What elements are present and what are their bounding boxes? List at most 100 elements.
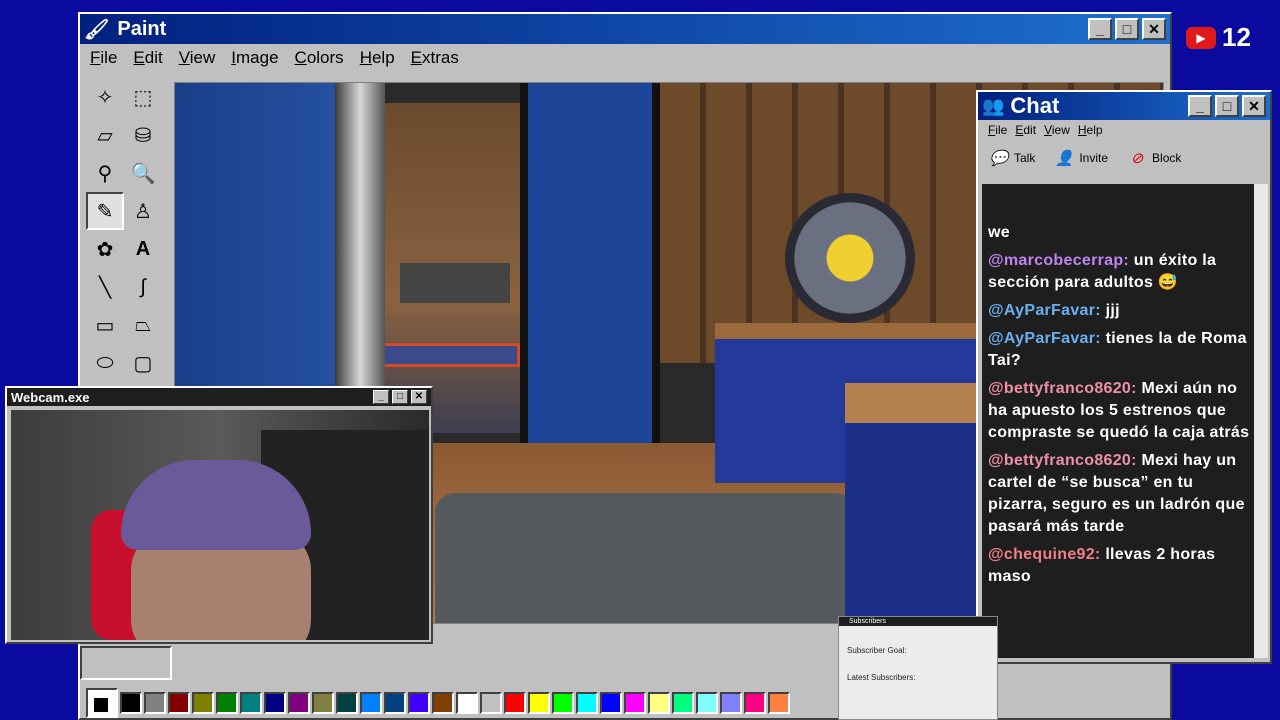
- fill-icon[interactable]: ⛁: [124, 116, 162, 154]
- chat-title: Chat: [1010, 93, 1060, 118]
- chat-username[interactable]: @bettyfranco8620:: [988, 452, 1137, 469]
- palette-swatch[interactable]: [504, 692, 526, 714]
- webcam-window: Webcam.exe _ □ ✕: [5, 386, 433, 644]
- palette-swatch[interactable]: [144, 692, 166, 714]
- palette-swatch[interactable]: [384, 692, 406, 714]
- palette-swatch[interactable]: [360, 692, 382, 714]
- palette-swatch[interactable]: [336, 692, 358, 714]
- minimize-button[interactable]: _: [1088, 18, 1112, 40]
- text-icon[interactable]: A: [124, 230, 162, 268]
- menu-help[interactable]: Help: [360, 48, 395, 68]
- chat-text: jjj: [1105, 302, 1120, 319]
- chat-username[interactable]: @AyParFavar:: [988, 302, 1101, 319]
- palette-swatch[interactable]: [672, 692, 694, 714]
- palette-swatch[interactable]: [120, 692, 142, 714]
- chat-scrollbar[interactable]: [1254, 184, 1268, 658]
- chat-menu-view[interactable]: View: [1044, 123, 1070, 137]
- close-button[interactable]: ✕: [1142, 18, 1166, 40]
- palette-swatch[interactable]: [456, 692, 478, 714]
- rectangle-icon[interactable]: ▭: [86, 306, 124, 344]
- youtube-icon: ▶: [1186, 26, 1216, 49]
- palette-swatch[interactable]: [600, 692, 622, 714]
- brush-icon[interactable]: ♙: [124, 192, 162, 230]
- webcam-feed: [11, 410, 429, 640]
- paint-titlebar[interactable]: 🖌 Paint _ □ ✕: [80, 14, 1170, 44]
- palette-swatch[interactable]: [432, 692, 454, 714]
- block-button[interactable]: ⊘ Block: [1126, 147, 1182, 169]
- palette-swatch[interactable]: [192, 692, 214, 714]
- chat-menu-file[interactable]: File: [988, 123, 1007, 137]
- palette-swatch[interactable]: [312, 692, 334, 714]
- color-palette: [86, 688, 826, 718]
- palette-swatch[interactable]: [648, 692, 670, 714]
- invite-button[interactable]: 👤 Invite: [1053, 147, 1108, 169]
- block-icon: ⊘: [1130, 150, 1144, 167]
- polygon-icon[interactable]: ⏢: [124, 306, 162, 344]
- talk-button[interactable]: 💬 Talk: [988, 147, 1036, 169]
- palette-swatch[interactable]: [408, 692, 430, 714]
- free-select-icon[interactable]: ✧: [86, 78, 124, 116]
- chat-username[interactable]: @marcobecerrap:: [988, 252, 1129, 269]
- color-picker-icon[interactable]: ⚲: [86, 154, 124, 192]
- tool-options: [80, 646, 172, 680]
- webcam-titlebar[interactable]: Webcam.exe _ □ ✕: [7, 388, 431, 406]
- palette-swatch[interactable]: [528, 692, 550, 714]
- eraser-icon[interactable]: ▱: [86, 116, 124, 154]
- maximize-button[interactable]: □: [1115, 18, 1139, 40]
- chat-message: @AyParFavar: tienes la de Roma Tai?: [988, 328, 1250, 372]
- menu-extras[interactable]: Extras: [411, 48, 459, 68]
- menu-edit[interactable]: Edit: [133, 48, 162, 68]
- chat-titlebar[interactable]: 👥 Chat _ □ ✕: [978, 92, 1270, 120]
- line-icon[interactable]: ╲: [86, 268, 124, 306]
- pencil-icon[interactable]: ✎: [86, 192, 124, 230]
- airbrush-icon[interactable]: ✿: [86, 230, 124, 268]
- palette-swatch[interactable]: [240, 692, 262, 714]
- paint-app-icon: 🖌: [84, 18, 110, 41]
- palette-swatch[interactable]: [576, 692, 598, 714]
- menu-image[interactable]: Image: [231, 48, 278, 68]
- menu-file[interactable]: File: [90, 48, 117, 68]
- chat-log: we @marcobecerrap: un éxito la sección pa…: [982, 184, 1254, 658]
- palette-swatch[interactable]: [696, 692, 718, 714]
- menu-colors[interactable]: Colors: [295, 48, 344, 68]
- chat-username[interactable]: @chequine92:: [988, 546, 1101, 563]
- chat-message: @chequine92: llevas 2 horas maso: [988, 544, 1250, 588]
- chat-text: we: [988, 224, 1010, 241]
- chat-message: @marcobecerrap: un éxito la sección para…: [988, 250, 1250, 294]
- minimize-button[interactable]: _: [1188, 95, 1212, 117]
- close-button[interactable]: ✕: [411, 390, 427, 404]
- close-button[interactable]: ✕: [1242, 95, 1266, 117]
- paint-title: Paint: [117, 17, 167, 40]
- minimize-button[interactable]: _: [373, 390, 389, 404]
- rect-select-icon[interactable]: ⬚: [124, 78, 162, 116]
- ellipse-icon[interactable]: ⬭: [86, 344, 124, 382]
- palette-swatch[interactable]: [168, 692, 190, 714]
- chat-menu-edit[interactable]: Edit: [1015, 123, 1036, 137]
- chat-menubar: File Edit View Help: [978, 120, 1270, 140]
- palette-swatch[interactable]: [768, 692, 790, 714]
- chat-window: 👥 Chat _ □ ✕ File Edit View Help 💬 Talk 👤…: [976, 90, 1272, 664]
- palette-swatch[interactable]: [480, 692, 502, 714]
- palette-swatch[interactable]: [624, 692, 646, 714]
- palette-swatch[interactable]: [288, 692, 310, 714]
- chat-username[interactable]: @AyParFavar:: [988, 330, 1101, 347]
- palette-swatch[interactable]: [264, 692, 286, 714]
- chat-message: @bettyfranco8620: Mexi hay un cartel de …: [988, 450, 1250, 538]
- chat-app-icon: 👥: [982, 95, 1005, 116]
- subscribers-widget: Subscribers Subscriber Goal: Latest Subs…: [838, 616, 998, 720]
- current-colors[interactable]: [86, 688, 118, 718]
- subscriber-goal-label: Subscriber Goal:: [847, 646, 907, 655]
- palette-swatch[interactable]: [720, 692, 742, 714]
- menu-view[interactable]: View: [179, 48, 216, 68]
- maximize-button[interactable]: □: [392, 390, 408, 404]
- toolbox: ✧ ⬚ ▱ ⛁ ⚲ 🔍 ✎ ♙ ✿ A ╲ ∫ ▭ ⏢ ⬭ ▢: [86, 78, 170, 390]
- palette-swatch[interactable]: [216, 692, 238, 714]
- rounded-rect-icon[interactable]: ▢: [124, 344, 162, 382]
- palette-swatch[interactable]: [744, 692, 766, 714]
- chat-menu-help[interactable]: Help: [1078, 123, 1103, 137]
- magnifier-icon[interactable]: 🔍: [124, 154, 162, 192]
- maximize-button[interactable]: □: [1215, 95, 1239, 117]
- curve-icon[interactable]: ∫: [124, 268, 162, 306]
- palette-swatch[interactable]: [552, 692, 574, 714]
- chat-username[interactable]: @bettyfranco8620:: [988, 380, 1137, 397]
